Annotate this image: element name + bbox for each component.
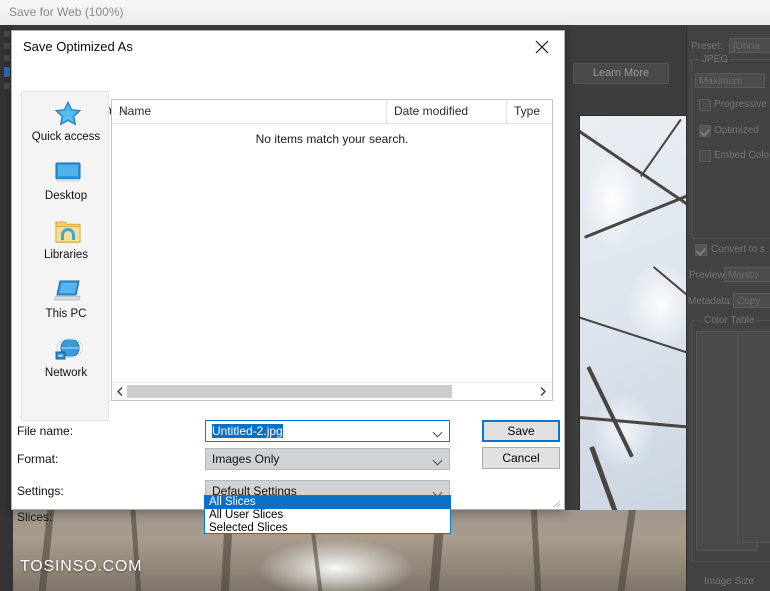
column-label: Type <box>514 104 541 118</box>
place-label: This PC <box>45 308 87 320</box>
column-label: Date modified <box>394 104 469 118</box>
laptop-icon <box>53 277 83 305</box>
network-globe-icon <box>53 336 84 364</box>
resize-grip-icon[interactable] <box>551 497 561 508</box>
embed-color-label: Embed Colo <box>714 150 770 161</box>
chevron-down-icon[interactable] <box>434 457 442 465</box>
format-label: Format: <box>17 452 59 466</box>
dropdown-option-selected-slices[interactable]: Selected Slices <box>205 522 450 535</box>
horizontal-scrollbar[interactable] <box>112 382 552 400</box>
libraries-folder-icon <box>53 218 83 246</box>
quality-value[interactable]: Maximum <box>695 73 765 88</box>
place-item-libraries[interactable]: Libraries <box>22 216 110 274</box>
metadata-label: Metadata: <box>688 296 733 307</box>
save-button[interactable]: Save <box>482 420 560 442</box>
tool-icon[interactable] <box>3 83 10 89</box>
places-bar: Quick access Desktop Libraries This PC N… <box>21 91 109 421</box>
place-item-desktop[interactable]: Desktop <box>22 157 110 215</box>
column-header-date-modified[interactable]: Date modified <box>387 100 507 123</box>
image-size-title: Image Size <box>701 576 758 587</box>
monitor-icon <box>53 159 83 187</box>
column-header-name[interactable]: Name <box>112 100 387 123</box>
tool-icon[interactable] <box>3 31 10 37</box>
preset-label: Preset: <box>691 41 723 52</box>
tool-icon[interactable] <box>3 67 10 77</box>
app-titlebar: Save for Web (100%) <box>0 0 770 26</box>
watermark: TOSINSO.COM <box>20 558 143 575</box>
empty-state-message: No items match your search. <box>255 132 409 146</box>
scrollbar-thumb[interactable] <box>127 385 452 398</box>
format-value: Images Only <box>212 452 280 466</box>
tool-icon[interactable] <box>3 43 10 49</box>
preview-label: Preview: <box>689 270 728 281</box>
convert-to-srgb-checkbox[interactable] <box>695 244 707 256</box>
dialog-titlebar: Save Optimized As <box>12 31 564 62</box>
embed-color-checkbox[interactable] <box>699 150 711 162</box>
file-name-value: Untitled-2.jpg <box>212 424 283 438</box>
optimized-checkbox[interactable] <box>699 125 711 137</box>
scroll-left-icon[interactable] <box>115 386 126 397</box>
place-item-this-pc[interactable]: This PC <box>22 275 110 333</box>
save-optimized-as-dialog: Save Optimized As Save in: New folder <box>11 30 565 528</box>
slices-label: Slices: <box>17 510 53 524</box>
save-for-web-window: Save for Web (100%) Learn More TOSINSO.C… <box>0 0 770 591</box>
color-table-grid-right[interactable] <box>737 331 770 543</box>
chevron-down-icon[interactable] <box>434 429 442 437</box>
star-icon <box>53 100 83 128</box>
tool-icon[interactable] <box>3 55 10 61</box>
progressive-checkbox[interactable] <box>699 99 711 111</box>
preview-value[interactable]: Monito <box>724 267 770 282</box>
preset-value[interactable]: [Unna <box>729 38 770 53</box>
learn-more-button[interactable]: Learn More <box>573 63 669 84</box>
convert-to-srgb-label: Convert to s <box>711 244 765 255</box>
sort-ascending-icon <box>119 104 128 115</box>
jpeg-section-title: JPEG <box>699 54 732 65</box>
format-combobox[interactable]: Images Only <box>205 448 450 470</box>
file-list-view[interactable]: Name Date modified Type No items match y… <box>111 99 553 401</box>
place-item-network[interactable]: Network <box>22 334 110 392</box>
file-name-input[interactable]: Untitled-2.jpg <box>205 420 450 442</box>
optimization-settings-panel: Preset: [Unna JPEG Maximum Progressive O… <box>686 25 770 591</box>
dialog-title: Save Optimized As <box>23 39 133 54</box>
place-item-quick-access[interactable]: Quick access <box>22 98 110 156</box>
dropdown-option-all-user-slices[interactable]: All User Slices <box>205 509 450 522</box>
image-preview <box>579 115 689 537</box>
dropdown-option-all-slices[interactable]: All Slices <box>205 496 450 509</box>
optimized-label: Optimized <box>714 125 760 136</box>
slices-dropdown-list[interactable]: All Slices All User Slices Selected Slic… <box>204 495 451 534</box>
scroll-right-icon[interactable] <box>537 386 548 397</box>
color-table-title: Color Table <box>701 315 758 326</box>
metadata-value[interactable]: Copy <box>733 293 770 308</box>
column-header-type[interactable]: Type <box>507 100 552 123</box>
file-list-header: Name Date modified Type <box>112 100 552 124</box>
app-title: Save for Web (100%) <box>9 5 124 19</box>
place-label: Network <box>44 367 88 379</box>
cancel-button[interactable]: Cancel <box>482 447 560 469</box>
place-label: Quick access <box>31 131 101 143</box>
place-label: Desktop <box>44 190 88 202</box>
settings-label: Settings: <box>17 484 64 498</box>
progressive-label: Progressive <box>714 99 767 110</box>
close-icon[interactable] <box>520 31 564 62</box>
file-name-label: File name: <box>17 424 74 438</box>
place-label: Libraries <box>43 249 89 261</box>
